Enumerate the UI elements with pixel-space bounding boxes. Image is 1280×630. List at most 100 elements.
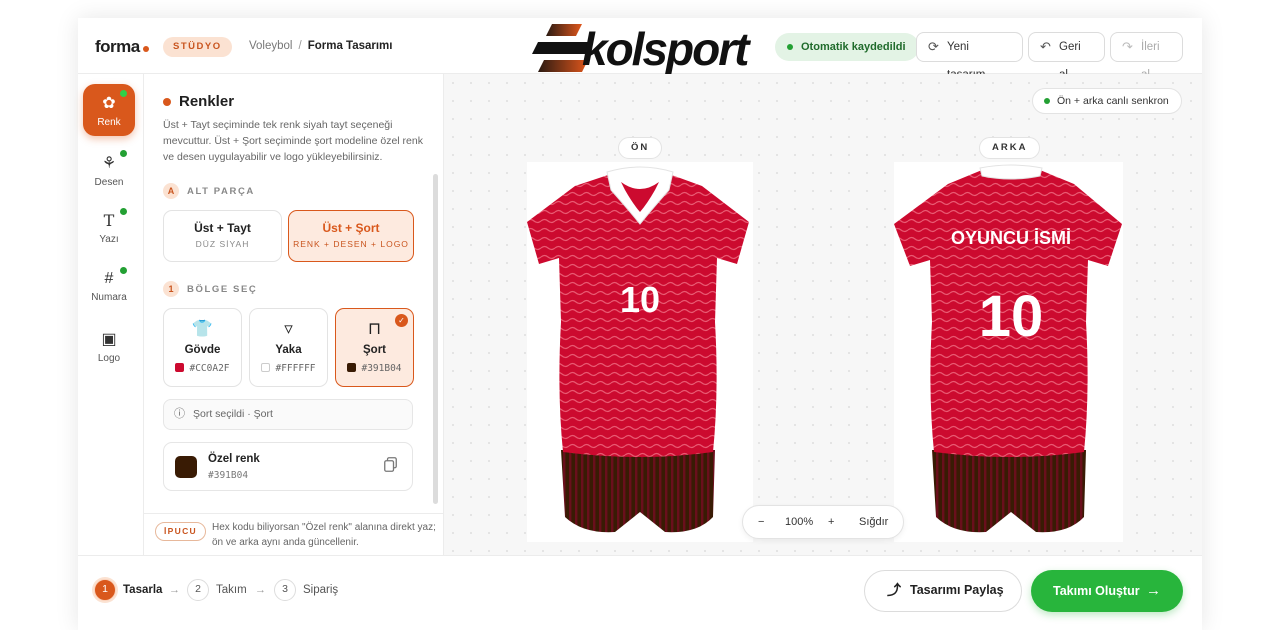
fit-button[interactable]: Sığdır [859,506,888,538]
front-view-label: ÖN [618,137,663,159]
zoom-level: 100% [785,516,814,528]
rail-item-logo[interactable]: ▣ Logo [83,320,135,372]
tool-rail: ✿ Renk ⚘ Desen T Yazı # Numara ▣ Logo [78,74,144,555]
footer: 1 Tasarla → 2 Takım → 3 Sipariş ⤴ Tasarımı P… [78,555,1202,630]
option-subtitle: RENK + DESEN + LOGO [293,239,409,249]
create-team-button[interactable]: Takımı Oluştur → [1031,570,1183,612]
status-dot [120,208,127,215]
region-name: Gövde [184,344,221,356]
collar-shape [979,164,1043,180]
step-order[interactable]: 3 Sipariş [274,579,338,601]
step-label: Sipariş [303,584,339,596]
front-number: 10 [620,279,660,320]
share-label: Tasarımı Paylaş [910,583,1004,597]
front-jersey-preview[interactable]: 10 [527,162,753,542]
shirt-icon: 👕 [191,319,214,338]
new-design-button[interactable]: ⟳Yeni tasarım [916,32,1023,81]
region-collar[interactable]: ▿ Yaka #FFFFFF [249,308,328,387]
panel-description: Üst + Tayt seçiminde tek renk siyah tayt… [163,119,423,163]
arrow-right-icon: → [255,584,266,596]
color-swatch [347,363,357,372]
option-title: Üst + Tayt [194,221,251,235]
rail-item-label: Yazı [99,234,119,245]
front-jersey-image: 10 [527,166,749,533]
share-design-button[interactable]: ⤴ Tasarımı Paylaş [864,570,1022,612]
region-hex: #FFFFFF [275,363,316,374]
step-design[interactable]: 1 Tasarla [94,579,162,601]
custom-color-hex[interactable]: #391B04 [208,470,248,481]
custom-color-field[interactable]: Özel renk #391B04 [163,442,413,491]
panel-scrollbar[interactable] [433,174,438,504]
pattern-icon: ⚘ [101,155,117,172]
section-region-select: 1 BÖLGE SEÇ [163,281,257,297]
option-top-tights[interactable]: Üst + Tayt DÜZ SİYAH [163,210,282,262]
palette-icon: ✿ [102,95,116,112]
region-name: Yaka [275,344,302,356]
region-shorts[interactable]: ✓ ⊓ Şort #391B04 [335,308,414,387]
breadcrumb-current: Forma Tasarımı [307,40,393,52]
rail-item-label: Desen [94,177,124,188]
app-logo-text: forma [95,37,140,56]
step-number: 1 [94,579,116,601]
studio-badge: STÜDYO [163,37,232,57]
option-title: Üst + Şort [322,221,380,235]
live-sync-badge: Ön + arka canlı senkron [1032,88,1182,114]
share-icon: ⤴ [887,582,901,598]
app-logo[interactable]: forma [95,37,149,57]
panel-title: Renkler [179,93,235,110]
status-dot [120,150,127,157]
region-color: #FFFFFF [250,363,327,374]
text-icon: T [103,211,115,230]
step-label: Takım [216,584,247,596]
region-hex: #CC0A2F [189,363,230,374]
rail-item-color[interactable]: ✿ Renk [83,84,135,136]
step-number: 2 [187,579,209,601]
breadcrumb-sport[interactable]: Voleybol [249,40,292,52]
undo-icon: ↶ [1040,39,1051,54]
back-jersey-image: OYUNCU İSMİ 10 [894,164,1122,533]
rail-item-label: Logo [97,353,121,364]
section-number: 1 [163,281,179,297]
redo-icon: ↷ [1122,39,1133,54]
check-icon: ✓ [395,314,408,327]
rail-item-label: Numara [91,292,127,303]
back-number: 10 [979,284,1044,349]
selection-info-text: Şort seçildi · Şort [193,408,273,420]
step-team[interactable]: 2 Takım [187,579,247,601]
region-body[interactable]: 👕 Gövde #CC0A2F [163,308,242,387]
shorts-shape [561,450,715,533]
zoom-out-button[interactable]: − [758,506,764,538]
step-number: 3 [274,579,296,601]
color-swatch [261,363,271,372]
status-dot [120,90,127,97]
rail-item-number[interactable]: # Numara [83,261,135,313]
custom-color-swatch[interactable] [175,456,197,478]
rail-item-pattern[interactable]: ⚘ Desen [83,144,135,196]
logo-dot [142,46,149,52]
redo-button[interactable]: ↷İleri al [1110,32,1183,81]
status-dot [120,267,127,274]
design-canvas: Ön + arka canlı senkron ÖN ARKA 10 OYUNC… [444,74,1202,555]
zoom-in-button[interactable]: + [828,506,834,538]
tip-text: Hex kodu biliyorsan "Özel renk" alanına … [212,522,436,548]
tip-badge: İPUCU [155,522,206,541]
section-number: A [163,183,179,199]
undo-button[interactable]: ↶Geri al [1028,32,1105,81]
region-color: #391B04 [336,363,413,374]
back-view-label: ARKA [979,137,1041,159]
rail-item-label: Renk [97,117,121,128]
option-top-shorts[interactable]: Üst + Şort RENK + DESEN + LOGO [288,210,414,262]
zoom-controls: − 100% + Sığdır [742,505,904,539]
header: forma STÜDYO Voleybol / Forma Tasarımı kol… [78,18,1202,81]
title-dot [163,98,171,106]
section-title: BÖLGE SEÇ [187,284,258,295]
copy-icon[interactable] [384,457,397,472]
app-window: forma STÜDYO Voleybol / Forma Tasarımı kol… [78,18,1202,630]
back-jersey-preview[interactable]: OYUNCU İSMİ 10 [894,162,1123,542]
color-swatch [175,363,185,372]
brand-name: kolsport [582,23,749,75]
rail-item-text[interactable]: T Yazı [83,202,135,254]
info-icon: ⓘ [174,408,185,420]
region-hex: #391B04 [361,363,402,374]
brand-logo: kolsport [530,12,750,80]
